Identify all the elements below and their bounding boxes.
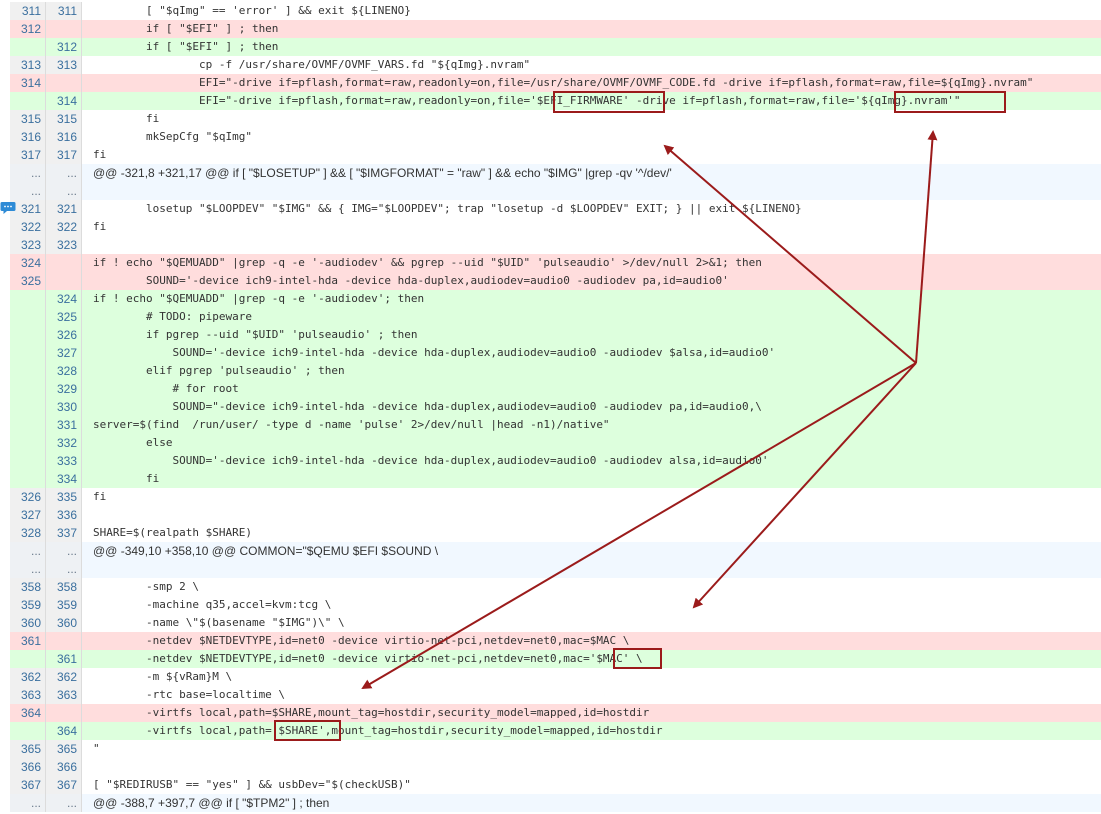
arrow-to-share <box>361 362 917 690</box>
arrow-to-qimg-nvram <box>915 130 938 364</box>
arrow-to-efi-firmware <box>663 144 917 364</box>
arrow-to-mac <box>692 362 917 609</box>
annotation-arrows <box>361 130 938 690</box>
